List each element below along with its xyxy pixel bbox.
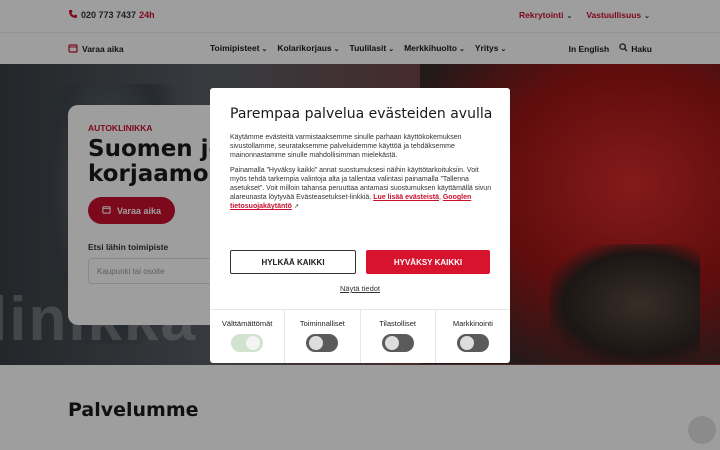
toggle-functional: Toiminnalliset bbox=[285, 310, 361, 363]
toggle-necessary: Välttämättömät bbox=[210, 310, 286, 363]
toggle-label: Tilastolliset bbox=[379, 319, 417, 328]
cookie-consent-dialog: Parempaa palvelua evästeiden avulla Käyt… bbox=[210, 88, 510, 363]
toggle-statistics: Tilastolliset bbox=[361, 310, 436, 363]
functional-switch[interactable] bbox=[306, 334, 339, 352]
switch-knob bbox=[459, 336, 474, 350]
statistics-switch[interactable] bbox=[381, 334, 414, 352]
cookie-more-info-link[interactable]: Lue lisää evästeistä bbox=[373, 194, 439, 201]
accept-all-button[interactable]: HYVÄKSY KAIKKI bbox=[366, 250, 490, 274]
cookie-consent-text: Painamalla ”Hyväksy kaikki” annat suostu… bbox=[230, 167, 492, 210]
toggle-label: Markkinointi bbox=[452, 319, 493, 328]
toggle-marketing: Markkinointi bbox=[436, 310, 510, 363]
cookie-intro-text: Käytämme evästeitä varmistaaksemme sinul… bbox=[230, 134, 462, 159]
show-details-link[interactable]: Näytä tiedot bbox=[210, 284, 510, 293]
cookie-button-row: HYLKÄÄ KAIKKI HYVÄKSY KAIKKI bbox=[230, 250, 490, 274]
external-link-icon: ↗ bbox=[293, 204, 299, 210]
cookie-dialog-title: Parempaa palvelua evästeiden avulla bbox=[230, 106, 493, 122]
reject-all-button[interactable]: HYLKÄÄ KAIKKI bbox=[230, 250, 356, 274]
cookie-category-toggles: Välttämättömät Toiminnalliset Tilastolli… bbox=[210, 309, 510, 363]
toggle-label: Välttämättömät bbox=[221, 319, 273, 328]
toggle-label: Toiminnalliset bbox=[299, 319, 345, 328]
switch-knob bbox=[309, 336, 324, 350]
switch-knob bbox=[384, 336, 399, 350]
switch-knob bbox=[246, 336, 261, 350]
marketing-switch[interactable] bbox=[456, 334, 489, 352]
necessary-switch[interactable] bbox=[231, 334, 264, 352]
